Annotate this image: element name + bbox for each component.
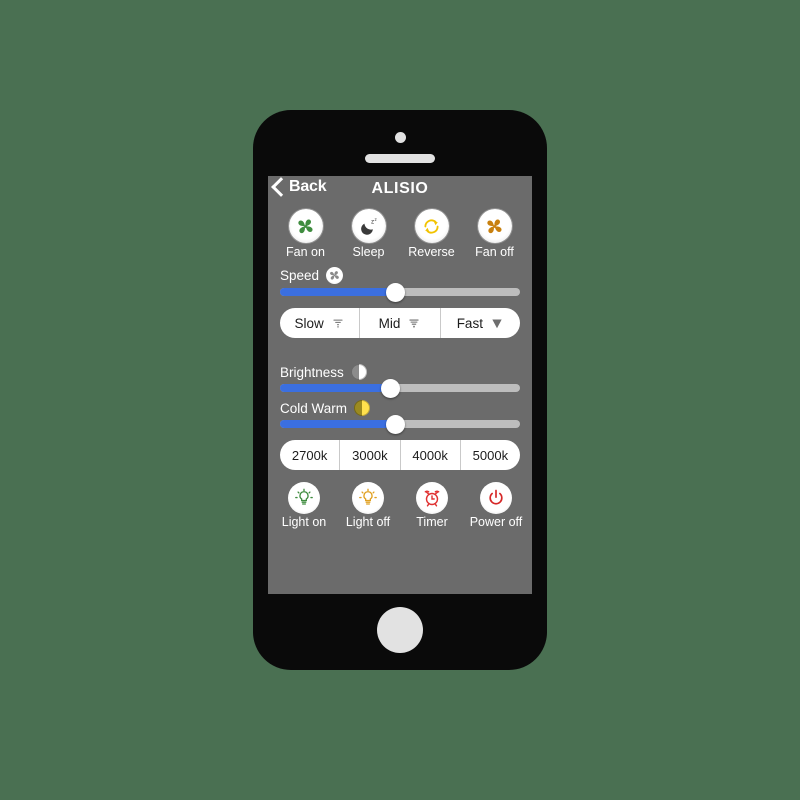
action-icon-circle (288, 482, 320, 514)
action-button-light-off[interactable]: Light off (337, 482, 399, 529)
mode-button-label: Fan on (286, 245, 325, 259)
bulb-on-icon (295, 488, 313, 505)
moon-sleep-icon: z z (360, 217, 377, 235)
home-button[interactable] (377, 607, 423, 653)
speed-slider-thumb[interactable] (385, 282, 405, 302)
power-icon (489, 489, 503, 505)
speed-preset-label: Mid (378, 315, 401, 331)
action-button-label: Power off (469, 515, 523, 529)
wind-high-icon (492, 319, 502, 329)
brightness-label: Brightness (280, 364, 344, 380)
speed-preset-fast[interactable]: Fast (441, 308, 520, 338)
cold-warm-slider-thumb[interactable] (385, 414, 405, 434)
temperature-preset-2700k[interactable]: 2700k (280, 440, 341, 470)
mode-button-fan-off[interactable]: Fan off (466, 209, 524, 259)
cold-warm-slider-fill (280, 420, 396, 428)
action-button-label: Light on (281, 515, 327, 529)
speed-preset-mid[interactable]: Mid (360, 308, 441, 338)
brightness-slider-fill (280, 384, 391, 392)
earpiece-speaker (365, 154, 435, 163)
cold-warm-section: Cold Warm (268, 400, 532, 434)
cold-warm-slider[interactable] (280, 414, 520, 434)
mode-icon-circle (288, 209, 323, 243)
temperature-preset-3000k[interactable]: 3000k (340, 440, 401, 470)
bulb-off-icon (359, 488, 377, 505)
page-title: ALISIO (371, 180, 429, 197)
half-circle-warm-icon (354, 400, 371, 416)
speed-slider-fill (280, 288, 396, 296)
wind-mid-icon (409, 319, 420, 329)
phone-frame: Back ALISIO Fan on z z Sleep Reverse Fan… (253, 110, 547, 670)
action-button-power-off[interactable]: Power off (465, 482, 527, 529)
cold-warm-label: Cold Warm (280, 400, 348, 416)
mode-button-row: Fan on z z Sleep Reverse Fan off (268, 206, 532, 259)
action-button-label: Light off (345, 515, 391, 529)
brightness-section: Brightness (268, 364, 532, 398)
app-screen: Back ALISIO Fan on z z Sleep Reverse Fan… (268, 176, 532, 594)
svg-text:z: z (374, 217, 377, 222)
circular-arrows-icon (424, 218, 439, 234)
half-circle-icon (350, 364, 367, 380)
speed-preset-group: Slow Mid Fast (280, 308, 520, 338)
mode-button-label: Sleep (352, 245, 385, 259)
speed-section: Speed (268, 267, 532, 302)
action-button-row: Light on Light off Timer Power off (268, 478, 532, 529)
mode-button-label: Fan off (475, 245, 514, 259)
front-camera-icon (394, 132, 406, 143)
temperature-preset-label: 4000k (412, 447, 448, 463)
speed-label: Speed (280, 268, 320, 283)
action-icon-circle (416, 482, 448, 514)
alarm-clock-icon (424, 490, 440, 507)
action-icon-circle (480, 482, 512, 514)
mode-button-reverse[interactable]: Reverse (403, 209, 461, 259)
mode-button-label: Reverse (408, 245, 455, 259)
color-temperature-group: 2700k 3000k 4000k 5000k (280, 440, 520, 470)
speed-header: Speed (280, 267, 520, 284)
temperature-preset-4000k[interactable]: 4000k (401, 440, 461, 470)
mode-button-sleep[interactable]: z z Sleep (340, 209, 398, 259)
brightness-slider[interactable] (280, 378, 520, 398)
action-button-label: Timer (416, 515, 448, 529)
fan-icon (326, 267, 344, 284)
speed-preset-label: Slow (294, 315, 324, 331)
action-icon-circle (352, 482, 384, 514)
temperature-preset-label: 5000k (472, 447, 509, 463)
wind-low-icon (333, 319, 343, 329)
temperature-preset-label: 3000k (352, 447, 388, 463)
mode-button-fan-on[interactable]: Fan on (277, 209, 335, 259)
fan-icon (298, 218, 313, 233)
mode-icon-circle (414, 209, 449, 243)
temperature-preset-label: 2700k (291, 447, 328, 463)
action-button-light-on[interactable]: Light on (273, 482, 335, 529)
speed-preset-label: Fast (456, 315, 483, 331)
speed-preset-slow[interactable]: Slow (280, 308, 361, 338)
nav-bar: Back ALISIO (268, 176, 532, 206)
action-button-timer[interactable]: Timer (401, 482, 463, 529)
temperature-preset-5000k[interactable]: 5000k (461, 440, 520, 470)
cold-warm-header: Cold Warm (280, 400, 520, 416)
mode-icon-circle (477, 209, 512, 243)
brightness-header: Brightness (280, 364, 520, 380)
speed-slider[interactable] (280, 282, 520, 302)
mode-icon-circle: z z (351, 209, 386, 243)
fan-icon (487, 218, 502, 233)
brightness-slider-thumb[interactable] (380, 378, 400, 398)
